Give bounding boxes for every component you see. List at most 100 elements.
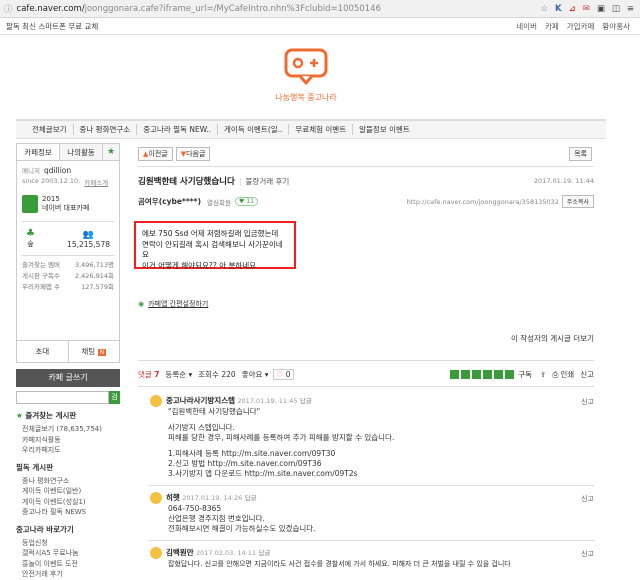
must-item[interactable]: 게이득 이벤트(일반) [16,486,120,497]
fav-item[interactable]: 전체글보기 (78,635,754) [16,424,120,435]
author-grade: 열심회원 [207,198,231,207]
fav-item[interactable]: 우리카페지도 [16,445,120,456]
extension-k-icon[interactable]: K [555,4,562,14]
like-count[interactable]: ♡ 0 [272,369,295,380]
write-post-button[interactable]: 카페 글쓰기 [16,369,120,387]
menu-icon[interactable]: ≡ [627,4,634,14]
promo-text[interactable]: 팔독 최신 스마트폰 무료 교체 [6,21,98,32]
favorite-star-icon[interactable]: ★ [103,144,119,160]
members-icon: 👥 [82,230,95,240]
list-button[interactable]: 목록 [569,147,592,161]
bookmark-star-icon[interactable]: ☆ [540,4,548,14]
sort-order-dropdown[interactable]: 등록순 ▾ [165,369,192,380]
manager-id[interactable]: qdillion [44,166,71,175]
avatar[interactable] [150,395,162,407]
grade-badge-icon: ♥ 11 [234,197,258,206]
gnb-cafe-link[interactable]: 카페 [545,21,559,32]
comment-author[interactable]: 히햇 [166,493,180,502]
shortcut-item[interactable]: 등업신청 [16,538,120,549]
gnb-joined-cafe-link[interactable]: 가입카페 [567,21,595,32]
reply-button[interactable]: 답글 [300,397,312,405]
fav-boards: ★ 즐겨찾는 게시판 전체글보기 (78,635,754) 카페지식활동 우리카… [16,410,120,580]
extension-icon-2[interactable]: ◫ [612,4,620,14]
search-button[interactable]: 검색 [109,391,120,414]
must-item[interactable]: 게이득 이벤트(성실1) [16,497,120,508]
cafe-story-link[interactable]: 카페소개 [84,177,108,187]
author-name[interactable]: 곰여우(cybe****) [138,196,201,207]
shortcut-item[interactable]: 안전거래 후기 [16,569,120,580]
global-nav: 팔독 최신 스마트폰 무료 교체 네이버 카페 가입카페 황야홍사 [0,18,640,35]
comment-report-button[interactable]: 신고 [581,549,594,559]
star-icon: ★ [16,411,23,420]
cafe-logo[interactable] [283,48,329,86]
share-blog-icon[interactable] [450,370,460,379]
app-logo-icon: ◉ [138,300,145,308]
comment-report-button[interactable]: 신고 [581,494,594,504]
rank-year: 2015 [42,195,60,203]
fav-item[interactable]: 카페지식활동 [16,435,120,446]
mail-icon[interactable]: ✉ [583,4,590,14]
comment-count[interactable]: 댓글 7 [138,369,159,380]
stat-fav-label: 즐겨찾는 멤버 [22,261,60,269]
copy-url-button[interactable]: 주소복사 [561,195,594,208]
pdf-icon[interactable]: ⊿ [569,4,576,14]
chat-button[interactable]: 채팅 N [69,341,120,362]
print-button[interactable]: 인쇄 [560,369,574,380]
cafe-search-input[interactable] [16,391,109,404]
post-url[interactable]: http://cafe.naver.com/joonggonara/358135… [407,198,559,206]
menu-item-event[interactable]: 게이득 이벤트(일.. [218,124,290,135]
share-band-icon[interactable] [472,370,482,379]
next-post-button[interactable]: ▼다음글 [175,147,211,161]
gnb-user-link[interactable]: 황야홍사 [602,21,630,32]
stat-fav-value: 3,496,713명 [74,261,114,269]
board-name[interactable]: 불량거래 후기 [246,176,290,187]
tree-level-icon: ♣ [26,228,35,239]
print-icon[interactable]: ⎙ [552,370,558,380]
must-item[interactable]: 중고나라 필독 NEWS [16,507,120,518]
more-posts-link[interactable]: 이 작성자의 게시글 더보기 [128,333,594,344]
rss-icon[interactable] [505,370,515,379]
share-cafe-icon[interactable] [461,370,471,379]
comment-item: 김백원만 2017.02.03. 14:11 답글 신고 잡혔답니다. 신고를 … [128,547,594,569]
view-count: 조회수 220 [198,370,236,379]
comment-report-button[interactable]: 신고 [581,397,594,407]
member-count[interactable]: 15,215,578 [67,240,110,249]
prev-post-button[interactable]: ▲이전글 [138,147,173,161]
shortcut-item[interactable]: 갤럭시A5 무료나눔 [16,548,120,559]
since-date: since 2003.12.10. [22,177,81,185]
tab-cafe-info[interactable]: 카페정보 [17,144,60,160]
share-icon[interactable]: ⇪ [540,370,546,379]
cafe-name[interactable]: 나눔행복 중고나라 [260,92,352,103]
address-bar[interactable]: ⓘ cafe.naver.com/joonggonara.cafe?iframe… [0,0,640,18]
must-read-title: 필독 게시판 [16,462,54,472]
share-twitter-icon[interactable] [483,370,493,379]
avatar[interactable] [150,492,162,504]
comment-author[interactable]: 중고나라사기방지스텝 [166,396,235,405]
extension-icon[interactable]: ▣ [597,4,605,14]
menu-item-free-trial[interactable]: 무료체험 이벤트 [289,124,354,135]
must-item[interactable]: 중나 평화연구소 [16,476,120,487]
reply-button[interactable]: 답글 [258,549,270,557]
tab-my-activity[interactable]: 나의활동 [60,144,103,160]
rank-label: 네이버 대표카페 [42,204,90,212]
menu-item-deal-info[interactable]: 알뜰정보 이벤트 [353,124,416,135]
menu-item-must-read[interactable]: 중고나라 필독 NEW.. [137,124,219,135]
menu-item-all[interactable]: 전체글보기 [26,124,74,135]
like-button[interactable]: 좋아요 ▾ [242,369,269,380]
app-setup-link[interactable]: 카페앱 간편설정하기 [148,299,208,309]
share-facebook-icon[interactable] [494,370,504,379]
invite-button[interactable]: 초대 [17,341,69,362]
stat-app-value: 127,579회 [81,283,114,291]
shortcut-title: 중고나라 바로가기 [16,524,74,534]
comment-item: 중고나라사기방지스텝 2017.01.19. 11:45 답글 신고 "김원백한… [128,395,594,479]
gnb-naver-link[interactable]: 네이버 [516,21,537,32]
avatar[interactable] [150,547,162,559]
reply-button[interactable]: 답글 [245,494,257,502]
subscribe-button[interactable]: 구독 [518,369,532,380]
report-button[interactable]: 신고 [580,369,594,380]
url-text[interactable]: cafe.naver.com/joonggonara.cafe?iframe_u… [17,4,381,14]
body-line: 에보 750 Ssd 어제 저렴하길래 입금했는데 [142,229,279,238]
comment-author[interactable]: 김백원만 [166,548,194,557]
menu-item-peace-lab[interactable]: 중나 평화연구소 [74,124,138,135]
shortcut-item[interactable]: 흥놀이 이벤트 도전 [16,559,120,570]
